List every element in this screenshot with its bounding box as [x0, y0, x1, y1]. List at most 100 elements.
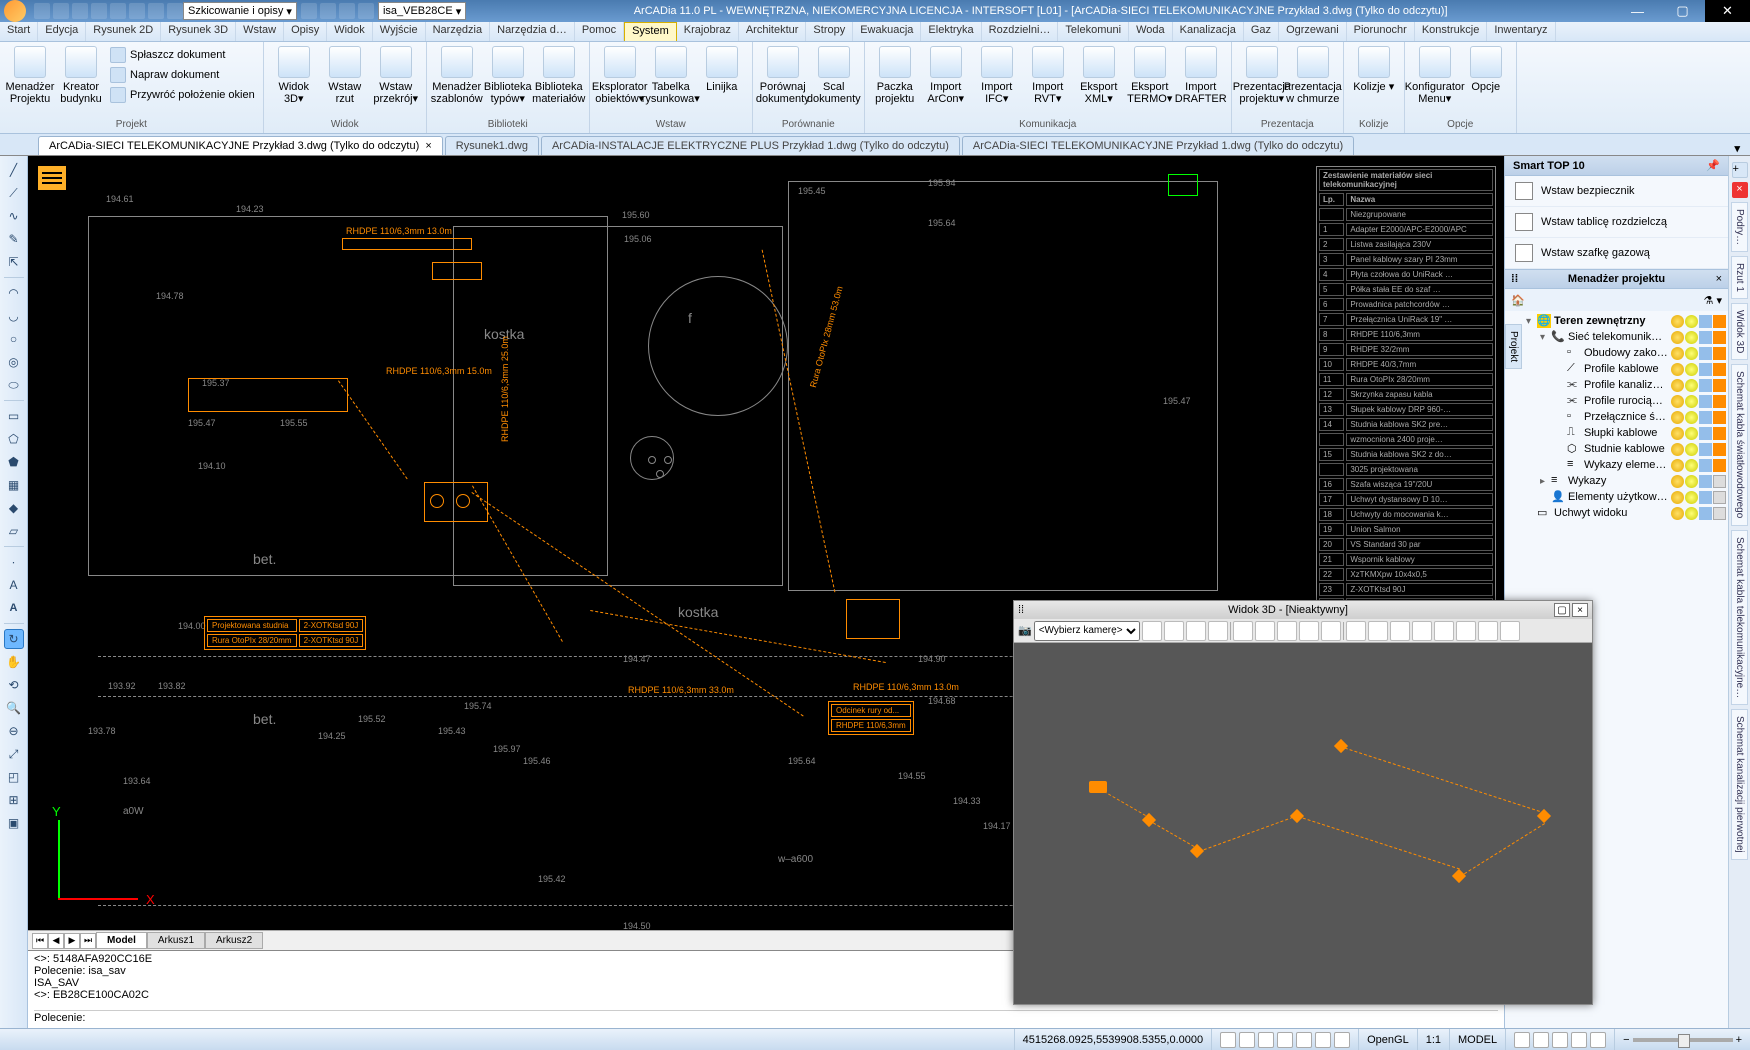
kolizje-button[interactable]: Kolizje ▾ [1350, 44, 1398, 93]
tab-kanalizacja[interactable]: Kanalizacja [1173, 22, 1244, 41]
status-model[interactable]: MODEL [1449, 1029, 1505, 1050]
fartab-2[interactable]: Widok 3D [1731, 303, 1748, 360]
kreator-budynku-button[interactable]: Kreator budynku [57, 44, 105, 105]
doctabs-overflow-button[interactable]: ▾ [1724, 142, 1750, 155]
maximize-button[interactable]: ▢ [1660, 0, 1705, 22]
tool-polygon-icon[interactable]: ⬠ [4, 429, 24, 449]
qat-cut-icon[interactable] [148, 3, 164, 19]
paczka-projektu-button[interactable]: Paczka projektu [871, 44, 919, 105]
tool-zoom-in-icon[interactable]: 🔍 [4, 698, 24, 718]
tab-narzedzia-d[interactable]: Narzędzia d… [490, 22, 575, 41]
tool-point-icon[interactable]: ∙ [4, 552, 24, 572]
tab-telekomuni[interactable]: Telekomuni [1058, 22, 1129, 41]
view3d-b9[interactable] [1321, 621, 1341, 641]
layout-tab-arkusz2[interactable]: Arkusz2 [205, 932, 263, 949]
tool-ring-icon[interactable]: ◎ [4, 352, 24, 372]
view3d-b6[interactable] [1255, 621, 1275, 641]
tab-pomoc[interactable]: Pomoc [575, 22, 624, 41]
tree-wykazy[interactable]: ▸≡Wykazy [1523, 473, 1726, 489]
view3d-b16[interactable] [1478, 621, 1498, 641]
import-drafter-button[interactable]: Import DRAFTER [1177, 44, 1225, 105]
view3d-b11[interactable] [1368, 621, 1388, 641]
qat-bulb-icon[interactable] [301, 3, 317, 19]
tab-opisy[interactable]: Opisy [284, 22, 327, 41]
tool-rect-icon[interactable]: ▭ [4, 406, 24, 426]
tree-net[interactable]: ▾📞Sieć telekomunikacyjna [1523, 329, 1726, 345]
layout-last-button[interactable]: ⏭ [80, 933, 96, 949]
status-polar-icon[interactable] [1277, 1032, 1293, 1048]
view3d-b2[interactable] [1164, 621, 1184, 641]
tree-item-6[interactable]: ⬡Studnie kablowe [1523, 441, 1726, 457]
qat-print-icon[interactable] [91, 3, 107, 19]
view3d-b3[interactable] [1186, 621, 1206, 641]
tab-widok[interactable]: Widok [327, 22, 373, 41]
qat-gear-icon[interactable] [320, 3, 336, 19]
przywroc-polozenie-okien-button[interactable]: Przywróć położenie okien [108, 86, 257, 104]
status-zoom-ratio[interactable]: 1:1 [1417, 1029, 1449, 1050]
qat-command-combo[interactable]: isa_VEB28CE ▾ [378, 2, 466, 20]
tab-ewakuacja[interactable]: Ewakuacja [853, 22, 921, 41]
tab-edycja[interactable]: Edycja [38, 22, 86, 41]
status-snap-icon[interactable] [1220, 1032, 1236, 1048]
doctab-4[interactable]: ArCADia-SIECI TELEKOMUNIKACYJNE Przykład… [962, 136, 1354, 155]
tab-wyjscie[interactable]: Wyjście [373, 22, 426, 41]
tree-item-2[interactable]: ⫘Profile kanalizacji pierwotnej [1523, 377, 1726, 393]
prezentacja-projektu-button[interactable]: Prezentacja projektu▾ [1238, 44, 1286, 105]
smart-item-tablica[interactable]: Wstaw tablicę rozdzielczą [1505, 207, 1728, 238]
import-ifc-button[interactable]: Import IFC▾ [973, 44, 1021, 105]
tab-rozdzielni[interactable]: Rozdzielni… [982, 22, 1059, 41]
view3d-titlebar[interactable]: ⁞⁞ Widok 3D - [Nieaktywny] ▢ × [1014, 601, 1592, 619]
tab-piorunochr[interactable]: Piorunochr [1347, 22, 1415, 41]
smart-item-szafka[interactable]: Wstaw szafkę gazową [1505, 238, 1728, 269]
project-manager-header[interactable]: ⁞⁞ Menadżer projektu × [1505, 270, 1728, 289]
tree-elem[interactable]: 👤Elementy użytkownika [1523, 489, 1726, 505]
view3d-max-button[interactable]: ▢ [1554, 603, 1570, 617]
eksplorator-obiektow-button[interactable]: Eksplorator obiektów▾ [596, 44, 644, 105]
konfigurator-menu-button[interactable]: Konfigurator Menu▾ [1411, 44, 1459, 105]
view3d-close-button[interactable]: × [1572, 603, 1588, 617]
tool-text-icon[interactable]: A [4, 575, 24, 595]
canvas-menu-icon[interactable] [38, 166, 66, 190]
napraw-dokument-button[interactable]: Napraw dokument [108, 66, 257, 84]
tree-item-1[interactable]: ⟋Profile kablowe [1523, 361, 1726, 377]
view3d-b14[interactable] [1434, 621, 1454, 641]
status-b-icon[interactable] [1533, 1032, 1549, 1048]
qat-cube-icon[interactable] [358, 3, 374, 19]
tab-start[interactable]: Start [0, 22, 38, 41]
tab-krajobraz[interactable]: Krajobraz [677, 22, 739, 41]
app-logo[interactable] [4, 0, 26, 22]
projmgr-menu-icon[interactable]: ▾ [1716, 295, 1722, 307]
tool-refresh-icon[interactable]: ↻ [4, 629, 24, 649]
porownaj-dokumenty-button[interactable]: Porównaj dokumenty [759, 44, 807, 105]
eksport-xml-button[interactable]: Eksport XML▾ [1075, 44, 1123, 105]
far-tab-plus-icon[interactable]: + [1732, 162, 1748, 178]
tab-rysunek2d[interactable]: Rysunek 2D [86, 22, 161, 41]
view3d-b8[interactable] [1299, 621, 1319, 641]
view3d-b7[interactable] [1277, 621, 1297, 641]
menadzer-projektu-button[interactable]: Menadżer Projektu [6, 44, 54, 105]
tab-system[interactable]: System [624, 22, 677, 41]
fartab-5[interactable]: Schemat kanalizacji pierwotnej [1731, 709, 1748, 860]
tree-item-3[interactable]: ⫘Profile rurociągu kablowego [1523, 393, 1726, 409]
tree-item-4[interactable]: ▫Przełącznice światłowodo… [1523, 409, 1726, 425]
status-d-icon[interactable] [1571, 1032, 1587, 1048]
status-e-icon[interactable] [1590, 1032, 1606, 1048]
tree-item-5[interactable]: ⎍Słupki kablowe [1523, 425, 1726, 441]
tab-inwentaryz[interactable]: Inwentaryz [1487, 22, 1555, 41]
layout-first-button[interactable]: ⏮ [32, 933, 48, 949]
status-lwt-icon[interactable] [1334, 1032, 1350, 1048]
smart-top-header[interactable]: Smart TOP 10📌 [1505, 156, 1728, 176]
status-opengl[interactable]: OpenGL [1358, 1029, 1417, 1050]
tool-view-icon[interactable]: ⊞ [4, 790, 24, 810]
view3d-camera-select[interactable]: <Wybierz kamerę> [1034, 621, 1140, 641]
tool-polyline-icon[interactable]: ⟋ [4, 183, 24, 203]
import-arcon-button[interactable]: Import ArCon▾ [922, 44, 970, 105]
tool-region-icon[interactable]: ▱ [4, 521, 24, 541]
smart-top-pin-icon[interactable]: 📌 [1706, 159, 1720, 172]
view3d-b15[interactable] [1456, 621, 1476, 641]
view3d-b1[interactable] [1142, 621, 1162, 641]
tab-woda[interactable]: Woda [1129, 22, 1173, 41]
eksport-termo-button[interactable]: Eksport TERMO▾ [1126, 44, 1174, 105]
doctab-active[interactable]: ArCADia-SIECI TELEKOMUNIKACYJNE Przykład… [38, 136, 443, 155]
tool-ellipse-icon[interactable]: ⬭ [4, 375, 24, 395]
